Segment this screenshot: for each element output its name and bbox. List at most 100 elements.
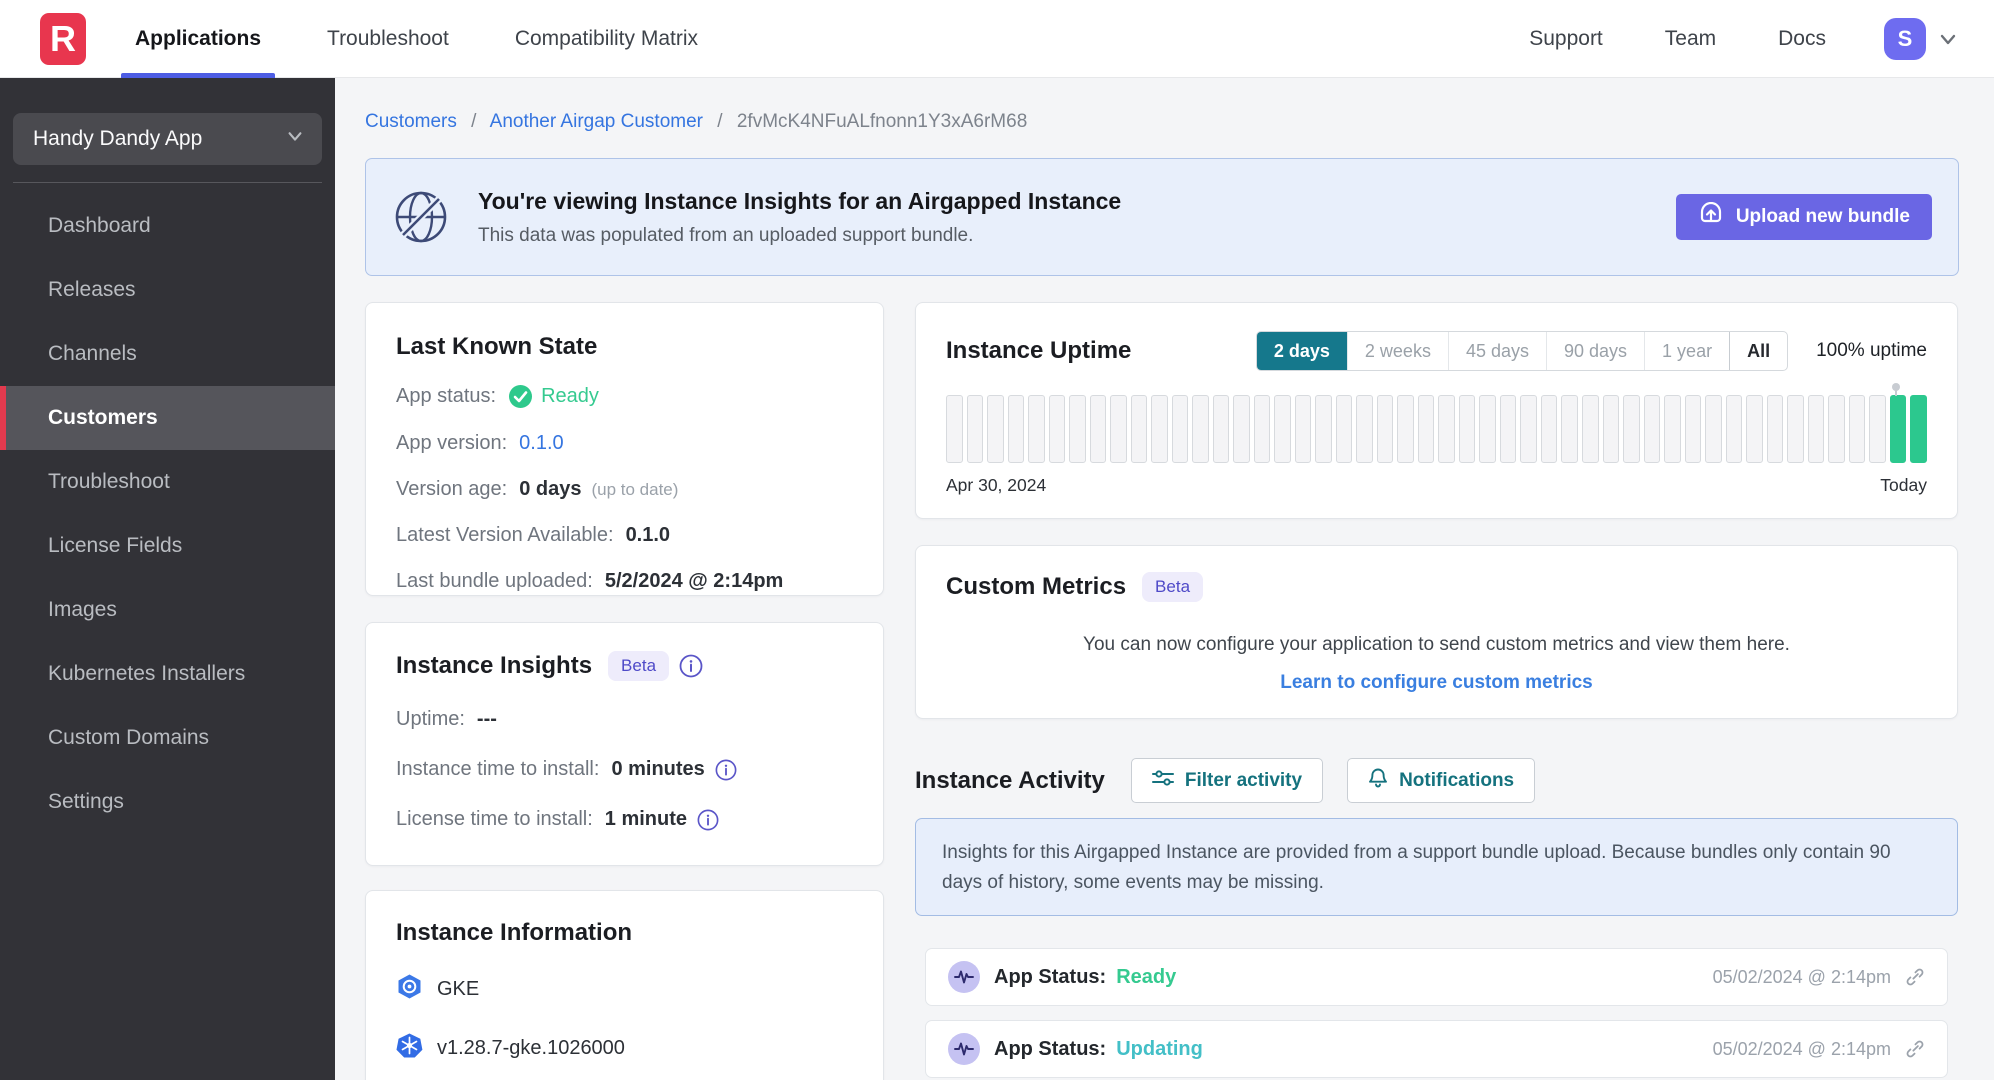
uptime-bar[interactable] [1315,395,1332,463]
uptime-bar[interactable] [1397,395,1414,463]
sidebar-item-license-fields[interactable]: License Fields [0,514,335,578]
uptime-bar[interactable] [1766,395,1784,463]
sidebar-item-releases[interactable]: Releases [0,258,335,322]
uptime-bar[interactable] [1623,395,1640,463]
notifications-button[interactable]: Notifications [1347,758,1536,803]
uptime-bar[interactable] [1110,395,1127,463]
uptime-bar[interactable] [1253,395,1271,463]
uptime-bar[interactable] [1356,395,1373,463]
uptime-bar[interactable] [1869,395,1886,463]
instance-insights-title: Instance Insights [396,652,593,679]
uptime-bar[interactable] [1807,395,1825,463]
uptime-bar[interactable] [1458,395,1476,463]
breadcrumb-customer-link[interactable]: Another Airgap Customer [490,111,703,132]
primary-nav: Applications Troubleshoot Compatibility … [120,0,764,78]
uptime-bar[interactable] [946,395,963,463]
uptime-bar[interactable] [1171,395,1189,463]
sidebar-item-dashboard[interactable]: Dashboard [0,194,335,258]
sidebar-item-troubleshoot[interactable]: Troubleshoot [0,450,335,514]
nav-item-applications[interactable]: Applications [120,0,276,78]
range-2-days[interactable]: 2 days [1256,332,1347,370]
uptime-bar[interactable] [1028,395,1045,463]
link-icon[interactable] [1905,967,1925,987]
sidebar-item-images[interactable]: Images [0,578,335,642]
range-45-days[interactable]: 45 days [1447,332,1546,370]
uptime-bar[interactable] [1069,395,1086,463]
uptime-bar[interactable] [1848,395,1866,463]
range-all[interactable]: All [1729,332,1787,370]
uptime-bar[interactable] [1540,395,1558,463]
uptime-bar[interactable] [1664,395,1681,463]
uptime-bar[interactable] [966,395,984,463]
uptime-bar[interactable] [1684,395,1702,463]
avatar[interactable]: S [1884,18,1926,60]
chevron-down-icon[interactable] [1938,29,1958,49]
uptime-bar[interactable] [1233,395,1250,463]
uptime-bar[interactable] [1602,395,1620,463]
uptime-bar[interactable] [1192,395,1209,463]
range-1-year[interactable]: 1 year [1644,332,1729,370]
nav-item-compatibility-matrix[interactable]: Compatibility Matrix [515,0,698,78]
upload-bundle-button[interactable]: Upload new bundle [1675,194,1932,240]
uptime-bar[interactable] [1520,395,1537,463]
uptime-bar[interactable] [1889,395,1907,463]
info-icon[interactable] [715,759,737,781]
nav-item-team[interactable]: Team [1665,0,1716,78]
app-selector-dropdown[interactable]: Handy Dandy App [13,113,322,165]
sidebar-item-customers[interactable]: Customers [0,386,335,450]
latest-version-row: Latest Version Available: 0.1.0 [396,524,853,547]
replicated-logo[interactable]: R [40,13,86,65]
gke-icon [396,973,423,1006]
kubernetes-icon [396,1032,423,1065]
uptime-bar[interactable] [1746,395,1763,463]
uptime-bar[interactable] [1581,395,1599,463]
uptime-bar[interactable] [1274,395,1291,463]
breadcrumb: Customers / Another Airgap Customer / 2f… [365,111,1027,133]
nav-item-troubleshoot[interactable]: Troubleshoot [327,0,449,78]
range-90-days[interactable]: 90 days [1546,332,1644,370]
uptime-bar[interactable] [1561,395,1578,463]
link-icon[interactable] [1905,1039,1925,1059]
uptime-bar[interactable] [1130,395,1148,463]
uptime-bar[interactable] [1479,395,1496,463]
info-icon[interactable] [679,654,703,678]
configure-metrics-link[interactable]: Learn to configure custom metrics [946,672,1927,694]
app-version-value[interactable]: 0.1.0 [519,432,563,455]
uptime-bar[interactable] [1910,395,1927,463]
uptime-bar[interactable] [1294,395,1312,463]
filter-activity-button[interactable]: Filter activity [1130,758,1324,803]
sidebar-item-kubernetes-installers[interactable]: Kubernetes Installers [0,642,335,706]
uptime-bar[interactable] [1151,395,1168,463]
uptime-bar[interactable] [1335,395,1353,463]
uptime-bar[interactable] [1438,395,1455,463]
uptime-bar[interactable] [1048,395,1066,463]
breadcrumb-customers-link[interactable]: Customers [365,111,457,132]
banner-text: You're viewing Instance Insights for an … [478,188,1121,247]
distribution-row: GKE [396,973,853,1006]
sidebar-item-custom-domains[interactable]: Custom Domains [0,706,335,770]
uptime-bar[interactable] [1499,395,1517,463]
sidebar-item-settings[interactable]: Settings [0,770,335,834]
nav-item-support[interactable]: Support [1529,0,1603,78]
uptime-bar[interactable] [1643,395,1661,463]
nav-item-docs[interactable]: Docs [1778,0,1826,78]
uptime-bar[interactable] [987,395,1004,463]
app-status-label: App status: [396,385,497,407]
main-content: Customers / Another Airgap Customer / 2f… [335,78,1994,1080]
sidebar-item-channels[interactable]: Channels [0,322,335,386]
uptime-bar[interactable] [1828,395,1845,463]
breadcrumb-separator: / [471,111,477,132]
custom-metrics-title-row: Custom Metrics Beta [946,572,1927,602]
uptime-bar[interactable] [1705,395,1722,463]
uptime-bar[interactable] [1007,395,1025,463]
uptime-bar[interactable] [1089,395,1107,463]
uptime-bar[interactable] [1787,395,1804,463]
uptime-bar[interactable] [1417,395,1435,463]
instance-insights-card: Instance Insights Beta Uptime: --- Insta… [365,622,884,866]
range-2-weeks[interactable]: 2 weeks [1346,332,1448,370]
uptime-bar[interactable] [1725,395,1743,463]
uptime-bar[interactable] [1212,395,1230,463]
custom-metrics-description: You can now configure your application t… [1083,634,1790,655]
uptime-bar[interactable] [1376,395,1394,463]
info-icon[interactable] [697,809,719,831]
